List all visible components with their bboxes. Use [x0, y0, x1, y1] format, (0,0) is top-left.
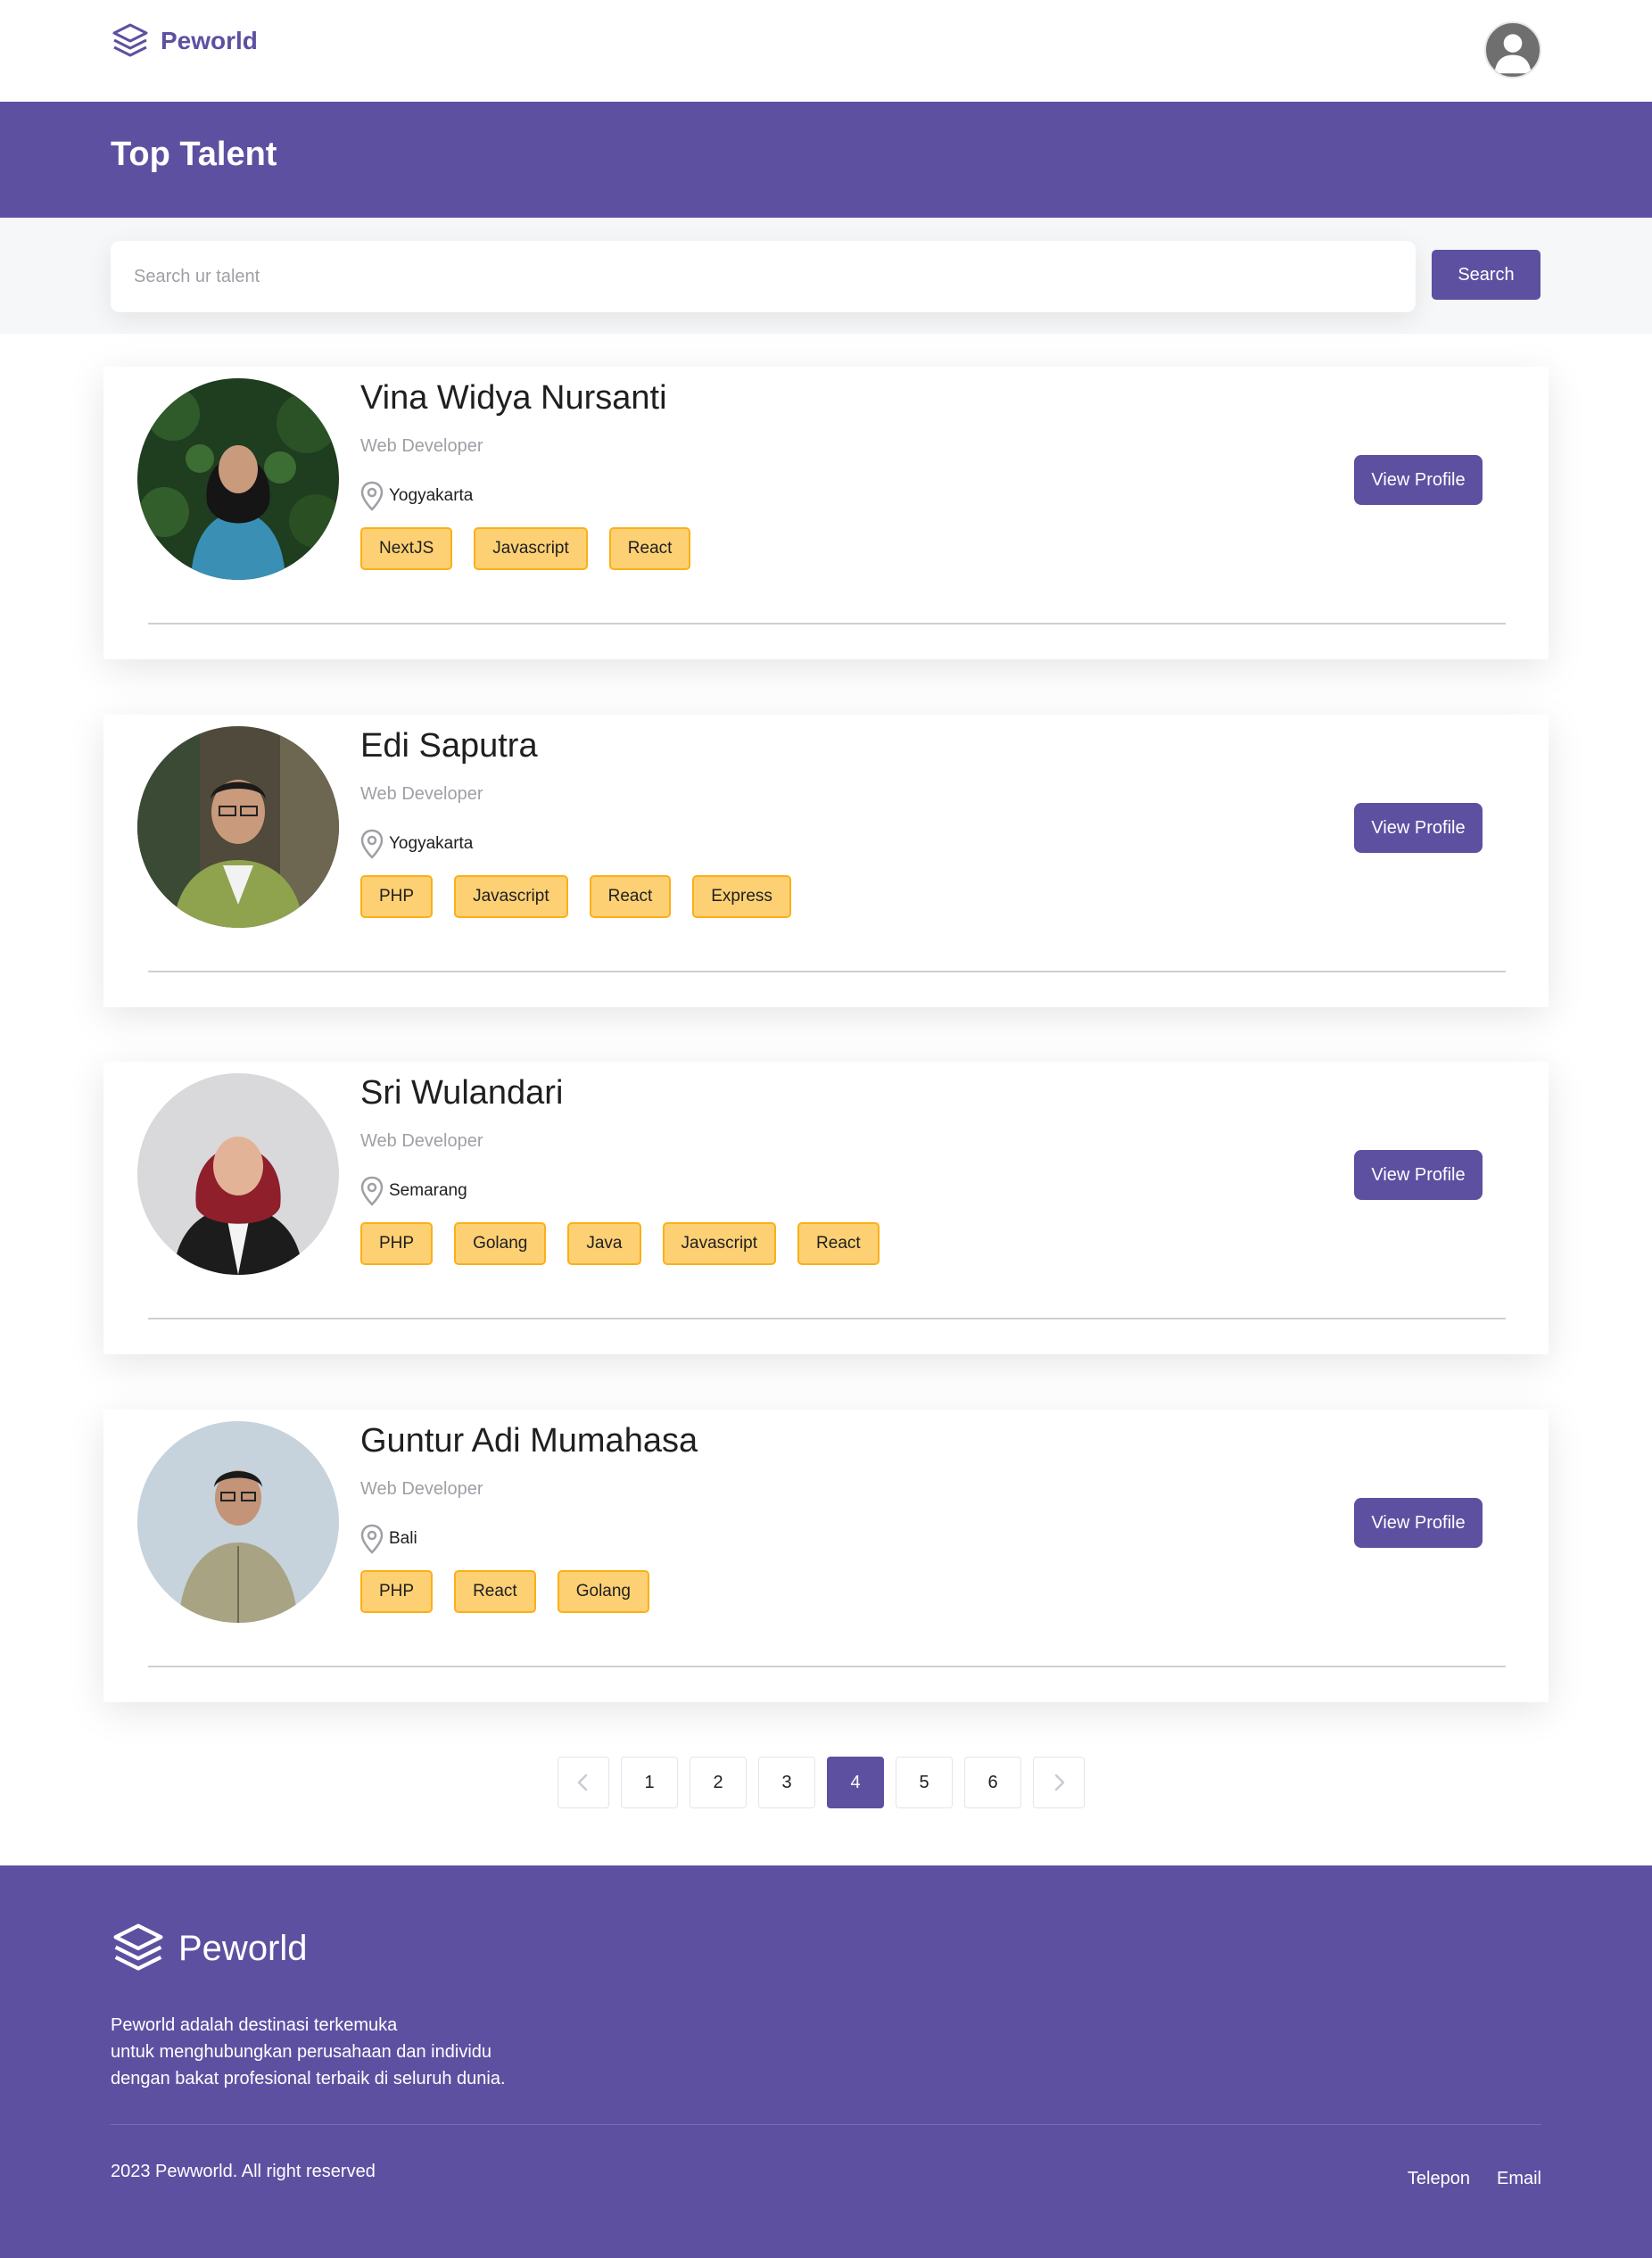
card-divider	[148, 1666, 1506, 1667]
search-input[interactable]	[111, 241, 1416, 312]
talent-photo	[137, 726, 339, 928]
layers-icon	[113, 1923, 163, 1971]
pagination-page[interactable]: 2	[690, 1757, 747, 1808]
talent-photo	[137, 1073, 339, 1275]
map-pin-icon	[360, 1524, 384, 1554]
talent-job: Web Developer	[360, 436, 483, 456]
footer-link-email[interactable]: Email	[1497, 2169, 1541, 2189]
card-divider	[148, 1318, 1506, 1319]
talent-card: Guntur Adi Mumahasa Web Developer Bali P…	[103, 1410, 1549, 1702]
skill-list: PHP Javascript React Express	[360, 875, 791, 918]
pagination-page-current[interactable]: 4	[827, 1757, 884, 1808]
talent-location-text: Yogyakarta	[389, 834, 474, 853]
talent-photo	[137, 378, 339, 580]
skill-badge: PHP	[360, 875, 434, 918]
chevron-left-icon	[577, 1774, 588, 1791]
talent-location: Yogyakarta	[360, 829, 473, 859]
skill-list: NextJS Javascript React	[360, 527, 691, 570]
pagination-page[interactable]: 6	[964, 1757, 1021, 1808]
skill-badge: React	[797, 1222, 880, 1265]
talent-name: Guntur Adi Mumahasa	[360, 1422, 698, 1460]
talent-location: Semarang	[360, 1176, 467, 1206]
footer-description-line: untuk menghubungkan perusahaan dan indiv…	[111, 2042, 492, 2062]
talent-card: Edi Saputra Web Developer Yogyakarta PHP…	[103, 715, 1549, 1007]
talent-name: Edi Saputra	[360, 727, 538, 765]
footer: Peworld Peworld adalah destinasi terkemu…	[0, 1865, 1652, 2258]
map-pin-icon	[360, 829, 384, 859]
footer-brand-name: Peworld	[178, 1928, 308, 1968]
search-box	[111, 241, 1416, 312]
talent-card: Sri Wulandari Web Developer Semarang PHP…	[103, 1062, 1549, 1354]
pagination: 1 2 3 4 5 6	[558, 1757, 1085, 1808]
user-avatar-button[interactable]	[1484, 21, 1541, 79]
talent-location-text: Bali	[389, 1529, 417, 1548]
brand-name: Peworld	[161, 27, 258, 54]
talent-photo	[137, 1421, 339, 1623]
footer-brand: Peworld	[111, 1921, 308, 1976]
search-area: Search	[0, 218, 1652, 334]
talent-name: Sri Wulandari	[360, 1074, 564, 1112]
talent-location-text: Semarang	[389, 1181, 467, 1200]
pagination-page[interactable]: 5	[896, 1757, 953, 1808]
footer-divider	[111, 2124, 1541, 2125]
talent-job: Web Developer	[360, 784, 483, 804]
skill-badge: Javascript	[454, 875, 568, 918]
page-header: Top Talent	[0, 102, 1652, 218]
skill-badge: PHP	[360, 1570, 434, 1613]
view-profile-button[interactable]: View Profile	[1354, 1498, 1483, 1548]
skill-badge: Golang	[454, 1222, 547, 1265]
brand-logo[interactable]: Peworld	[111, 21, 258, 61]
skill-list: PHP React Golang	[360, 1570, 649, 1613]
map-pin-icon	[360, 481, 384, 511]
user-avatar-icon	[1494, 34, 1532, 74]
footer-link-telepon[interactable]: Telepon	[1408, 2169, 1470, 2189]
chevron-right-icon	[1054, 1774, 1065, 1791]
view-profile-button[interactable]: View Profile	[1354, 803, 1483, 853]
skill-badge: React	[608, 527, 691, 570]
pagination-prev-button[interactable]	[558, 1757, 609, 1808]
layers-icon	[112, 23, 148, 57]
skill-list: PHP Golang Java Javascript React	[360, 1222, 880, 1265]
talent-location: Yogyakarta	[360, 481, 473, 511]
navbar: Peworld	[0, 0, 1652, 102]
card-divider	[148, 623, 1506, 624]
footer-links: Telepon Email	[1408, 2169, 1541, 2189]
skill-badge: Express	[692, 875, 791, 918]
footer-description-line: Peworld adalah destinasi terkemuka	[111, 2015, 398, 2035]
pagination-page[interactable]: 3	[758, 1757, 815, 1808]
card-divider	[148, 971, 1506, 972]
footer-description: Peworld adalah destinasi terkemuka untuk…	[111, 2012, 506, 2092]
pagination-next-button[interactable]	[1033, 1757, 1085, 1808]
skill-badge: React	[589, 875, 672, 918]
talent-location: Bali	[360, 1524, 417, 1554]
view-profile-button[interactable]: View Profile	[1354, 455, 1483, 505]
search-button[interactable]: Search	[1432, 250, 1540, 300]
talent-job: Web Developer	[360, 1479, 483, 1499]
skill-badge: Golang	[557, 1570, 649, 1613]
skill-badge: React	[454, 1570, 536, 1613]
footer-description-line: dengan bakat profesional terbaik di selu…	[111, 2069, 506, 2088]
skill-badge: Javascript	[474, 527, 588, 570]
talent-job: Web Developer	[360, 1131, 483, 1151]
talent-location-text: Yogyakarta	[389, 486, 474, 505]
footer-copyright: 2023 Pewworld. All right reserved	[111, 2162, 376, 2181]
page-title: Top Talent	[111, 136, 277, 173]
talent-name: Vina Widya Nursanti	[360, 379, 667, 417]
skill-badge: Java	[567, 1222, 641, 1265]
talent-card: Vina Widya Nursanti Web Developer Yogyak…	[103, 367, 1549, 659]
skill-badge: PHP	[360, 1222, 434, 1265]
map-pin-icon	[360, 1176, 384, 1206]
pagination-page[interactable]: 1	[621, 1757, 678, 1808]
skill-badge: NextJS	[360, 527, 453, 570]
skill-badge: Javascript	[662, 1222, 777, 1265]
view-profile-button[interactable]: View Profile	[1354, 1150, 1483, 1200]
